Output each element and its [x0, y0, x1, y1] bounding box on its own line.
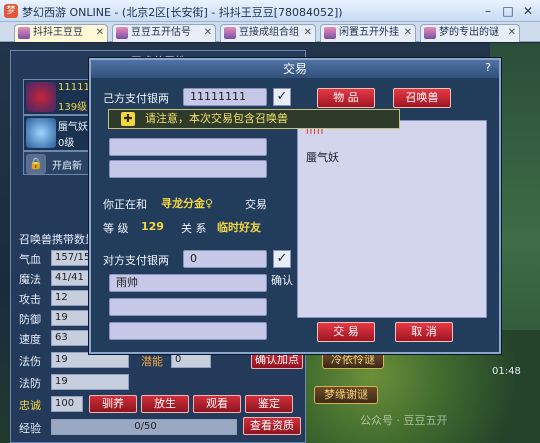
- pet-slot-text: 11111: [58, 82, 90, 93]
- offered-items-box: IIIII 蜃气妖: [297, 120, 487, 318]
- avatar-icon: [324, 27, 336, 39]
- tab-account-2[interactable]: 豆豆五开估号 ✕: [112, 24, 216, 42]
- stat-label-hp: 气血: [19, 253, 41, 266]
- level-label: 等 级: [103, 222, 129, 235]
- title-bar: 梦 梦幻西游 ONLINE - (北京2区[长安街] - 抖抖王豆豆[78084…: [0, 0, 540, 22]
- trade-notice-banner: ✚ 请注意，本次交易包含召唤兽: [108, 109, 400, 129]
- app-icon: 梦: [4, 4, 18, 18]
- tab-label: 闲置五开外挂: [339, 27, 399, 38]
- avatar-icon: [224, 27, 236, 39]
- trade-title: 交易: [91, 60, 499, 78]
- stat-label-mp: 魔法: [19, 273, 41, 286]
- trade-dialog: 交易 ? 己方支付银两 11111111 ✓ 物 品 召唤兽 你正在和 寻龙分金…: [89, 58, 501, 354]
- view-aptitude-button[interactable]: 查看资质: [243, 417, 301, 435]
- help-icon[interactable]: ?: [481, 61, 495, 75]
- stat-label-mdef: 法防: [19, 377, 41, 390]
- relation-value: 临时好友: [217, 221, 261, 234]
- tame-button[interactable]: 驯养: [89, 395, 137, 413]
- my-item-slot-3[interactable]: [109, 160, 267, 178]
- release-button[interactable]: 放生: [141, 395, 189, 413]
- loyalty-value: 100: [51, 396, 83, 412]
- avatar-icon: [18, 27, 30, 39]
- tab-label: 豆接成组合组: [239, 27, 299, 38]
- pet-level: 0级: [58, 138, 75, 149]
- tab-account-4[interactable]: 闲置五开外挂 ✕: [320, 24, 416, 42]
- relation-label: 关 系: [181, 222, 207, 235]
- stat-label-spd: 速度: [19, 333, 41, 346]
- trade-cancel-button[interactable]: 取 消: [395, 322, 453, 342]
- tab-account-1[interactable]: 抖抖王豆豆 ✕: [14, 24, 108, 42]
- view-button[interactable]: 观看: [193, 395, 241, 413]
- avatar-icon: [116, 27, 128, 39]
- npc-label-2[interactable]: 梦缘谢谜: [314, 386, 378, 404]
- my-silver-label: 己方支付银两: [103, 92, 169, 105]
- tab-bar: 抖抖王豆豆 ✕ 豆豆五开估号 ✕ 豆接成组合组 ✕ 闲置五开外挂 ✕ 梦的专出的…: [0, 22, 540, 42]
- carry-count-label: 召唤兽携带数量: [19, 233, 96, 246]
- watermark: 公众号 · 豆豆五开: [360, 414, 448, 427]
- pet-slot-level: 139级: [58, 102, 88, 113]
- their-silver-label: 对方支付银两: [103, 254, 169, 267]
- pet-icon: [26, 82, 56, 112]
- potential-label: 潜能: [141, 355, 163, 368]
- stat-value-mdef: 19: [51, 374, 129, 390]
- their-item-slot-2[interactable]: [109, 298, 267, 316]
- unlock-label: 开启新: [52, 161, 82, 172]
- their-confirm-checkbox: ✓: [273, 250, 291, 268]
- potential-value: 0: [171, 352, 211, 368]
- game-window: { "window": { "title": "梦幻西游 ONLINE - (北…: [0, 0, 540, 443]
- notice-text: 请注意，本次交易包含召唤兽: [145, 112, 288, 125]
- stat-value-hp: 157/157: [51, 250, 97, 266]
- stat-value-mp: 41/41: [51, 270, 89, 286]
- close-tab-icon[interactable]: ✕: [508, 25, 516, 41]
- trade-confirm-button[interactable]: 交 易: [317, 322, 375, 342]
- their-item-slot-3[interactable]: [109, 322, 267, 340]
- trading-with-prefix: 你正在和: [103, 198, 147, 211]
- tab-account-3[interactable]: 豆接成组合组 ✕: [220, 24, 316, 42]
- stat-label-atk: 攻击: [19, 293, 41, 306]
- avatar-icon: [424, 27, 436, 39]
- my-silver-input[interactable]: 11111111: [183, 88, 267, 106]
- my-item-slot-2[interactable]: [109, 138, 267, 156]
- their-confirm-label: 确认: [271, 274, 293, 287]
- tab-account-5[interactable]: 梦的专出的谜 ✕: [420, 24, 520, 42]
- stat-value-mag: 19: [51, 352, 129, 368]
- close-tab-icon[interactable]: ✕: [204, 25, 212, 41]
- partner-name: 寻龙分金♀: [161, 197, 214, 210]
- pet-name: 蜃气妖: [58, 122, 88, 133]
- stat-value-def: 19: [51, 310, 89, 326]
- pet-icon: [26, 118, 56, 148]
- tab-items-button[interactable]: 物 品: [317, 88, 375, 108]
- appraise-button[interactable]: 鉴定: [245, 395, 293, 413]
- their-silver-field: 0: [183, 250, 267, 268]
- minimize-icon[interactable]: –: [480, 3, 496, 19]
- lock-icon: 🔒: [26, 154, 46, 174]
- my-confirm-checkbox[interactable]: ✓: [273, 88, 291, 106]
- offered-pet[interactable]: 蜃气妖: [306, 149, 339, 165]
- stat-label-mag: 法伤: [19, 355, 41, 368]
- stat-label-def: 防御: [19, 313, 41, 326]
- tab-label: 梦的专出的谜: [439, 27, 499, 38]
- close-icon[interactable]: ✕: [520, 3, 536, 19]
- stat-value-spd: 63: [51, 330, 89, 346]
- tab-pets-button[interactable]: 召唤兽: [393, 88, 451, 108]
- exp-label: 经验: [19, 422, 41, 435]
- game-clock: 01:48: [492, 366, 521, 377]
- window-title: 梦幻西游 ONLINE - (北京2区[长安街] - 抖抖王豆豆[7808405…: [22, 6, 343, 19]
- their-item-slot-1[interactable]: 雨帅: [109, 274, 267, 292]
- plus-icon: ✚: [121, 112, 135, 126]
- close-tab-icon[interactable]: ✕: [96, 25, 104, 41]
- loyalty-label: 忠诚: [19, 399, 41, 412]
- tab-label: 豆豆五开估号: [131, 27, 191, 38]
- stat-value-atk: 12: [51, 290, 89, 306]
- tab-label: 抖抖王豆豆: [33, 27, 83, 38]
- maximize-icon[interactable]: □: [500, 3, 516, 19]
- close-tab-icon[interactable]: ✕: [404, 25, 412, 41]
- exp-bar: 0/50: [51, 419, 237, 435]
- close-tab-icon[interactable]: ✕: [304, 25, 312, 41]
- trading-with-suffix: 交易: [245, 198, 267, 211]
- level-value: 129: [141, 220, 164, 233]
